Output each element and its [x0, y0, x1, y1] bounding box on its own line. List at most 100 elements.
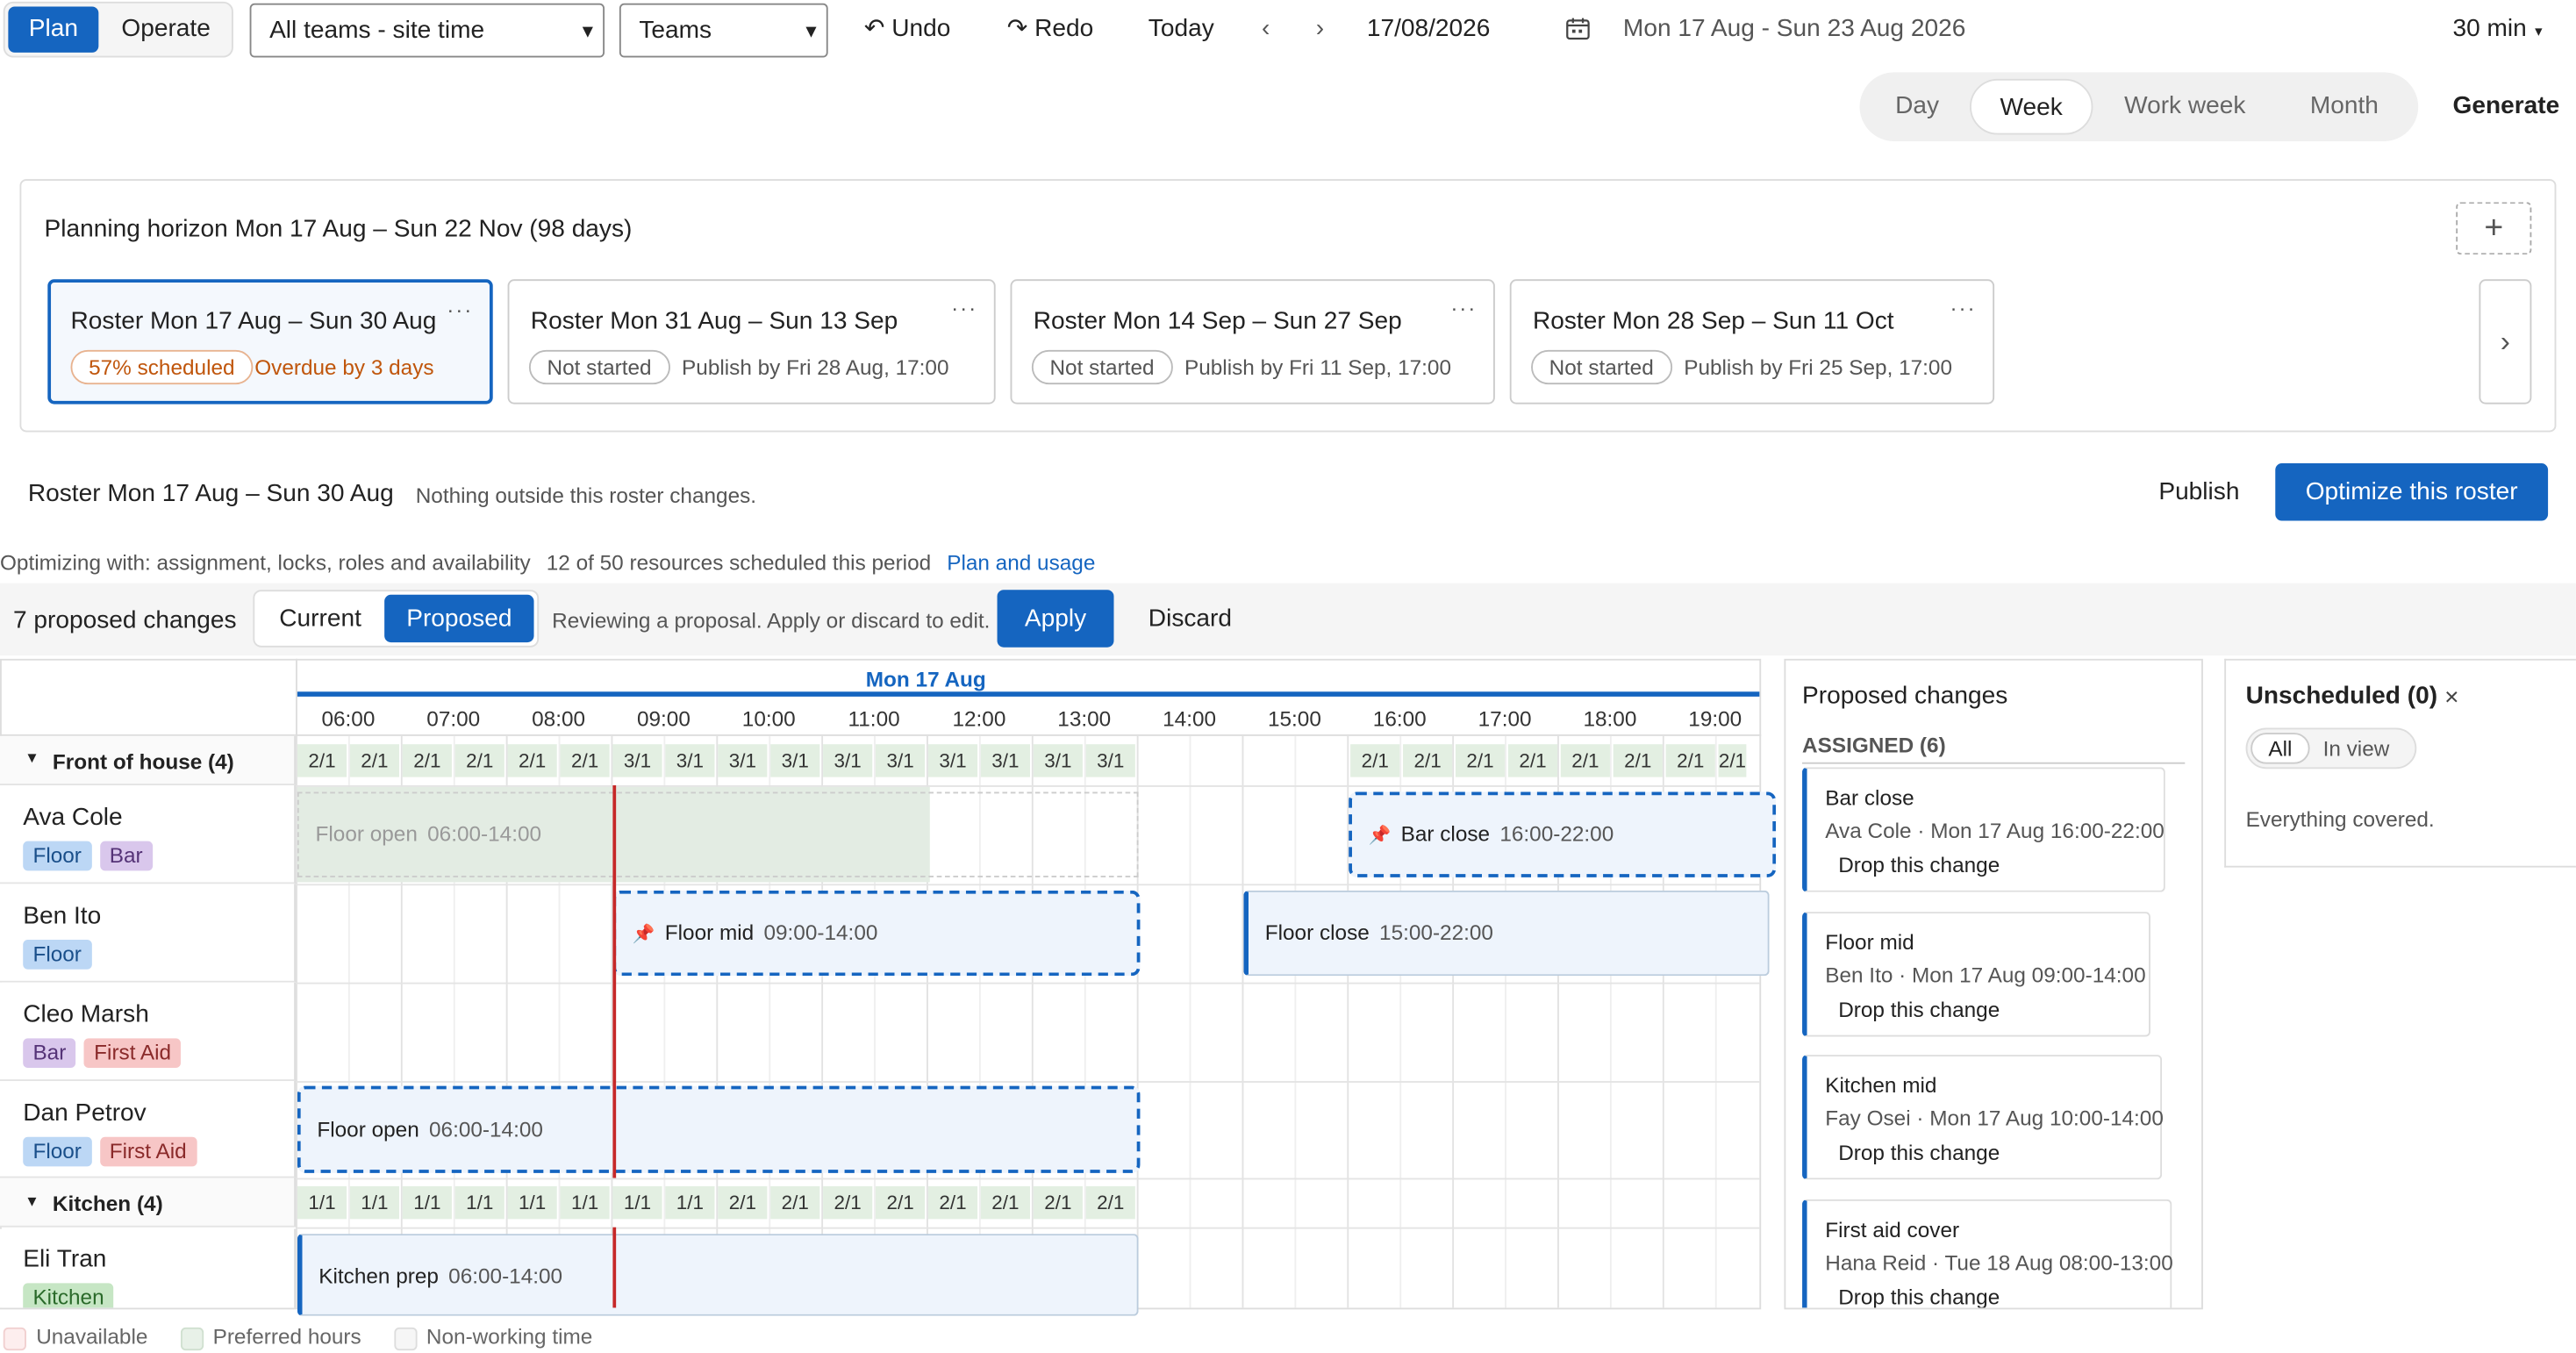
person-row-cleo-marsh[interactable]: Cleo Marsh Bar First Aid	[0, 982, 297, 1082]
change-title: Bar close	[1825, 785, 1914, 811]
more-icon[interactable]: ···	[1950, 296, 1977, 320]
change-title: First aid cover	[1825, 1217, 1960, 1242]
view-month[interactable]: Month	[2284, 79, 2406, 135]
shift-label: Floor open	[315, 821, 418, 847]
current-date[interactable]: 17/08/2026	[1367, 15, 1491, 45]
role-tag-kitchen: Kitchen	[23, 1283, 114, 1308]
caret-down-icon[interactable]: ▼	[25, 1192, 39, 1209]
legend-swatch	[180, 1327, 204, 1350]
proposal-note: Reviewing a proposal. Apply or discard t…	[552, 607, 991, 633]
more-icon[interactable]: ···	[447, 297, 473, 322]
plan-mode-button[interactable]: Plan	[8, 6, 99, 53]
unscheduled-filter: All In view	[2245, 727, 2417, 770]
drop-change-button[interactable]: Drop this change	[1838, 1285, 2000, 1307]
close-icon[interactable]: ×	[2444, 684, 2458, 712]
unscheduled-title: Unscheduled (0)	[2245, 682, 2438, 710]
shift-time: 15:00-22:00	[1379, 920, 1493, 945]
operate-mode-button[interactable]: Operate	[104, 6, 228, 52]
proposed-change-card[interactable]: First aid cover Hana Reid · Tue 18 Aug 0…	[1802, 1199, 2173, 1308]
generate-button[interactable]: Generate	[2452, 92, 2559, 120]
hour-label: 06:00	[321, 706, 376, 732]
next-rosters-button[interactable]: ›	[2479, 279, 2532, 404]
proposed-change-card[interactable]: Bar close Ava Cole · Mon 17 Aug 16:00-22…	[1802, 767, 2165, 892]
add-roster-button[interactable]: +	[2456, 202, 2532, 255]
hour-label: 07:00	[426, 706, 481, 732]
drop-change-button[interactable]: Drop this change	[1838, 1140, 2000, 1164]
hour-label: 14:00	[1163, 706, 1217, 732]
drop-change-button[interactable]: Drop this change	[1838, 853, 2000, 877]
group-select[interactable]: Teams ▾	[619, 3, 828, 58]
roster-card-2[interactable]: Roster Mon 31 Aug – Sun 13 Sep ··· Not s…	[507, 279, 996, 404]
more-icon[interactable]: ···	[951, 296, 977, 320]
shift-bar-close[interactable]: 📌 Bar close 16:00-22:00	[1349, 791, 1777, 877]
person-row-ava-cole[interactable]: Ava Cole Floor Bar	[0, 785, 297, 884]
group-header-kitchen[interactable]: ▼ Kitchen (4)	[0, 1178, 297, 1228]
roster-card-3[interactable]: Roster Mon 14 Sep – Sun 27 Sep ··· Not s…	[1010, 279, 1495, 404]
legend-preferred-hours: Preferred hours	[180, 1324, 361, 1350]
shift-kitchen-prep[interactable]: Kitchen prep 06:00-14:00	[297, 1234, 1139, 1316]
person-row-eli-tran[interactable]: Eli Tran Kitchen	[0, 1228, 297, 1308]
coverage-chip: 2/1	[875, 1185, 926, 1220]
panel-title: Proposed changes	[1802, 682, 2008, 710]
publish-button[interactable]: Publish	[2158, 478, 2239, 506]
view-day[interactable]: Day	[1873, 79, 1962, 135]
coverage-chip: 3/1	[927, 744, 978, 777]
optimize-roster-button[interactable]: Optimize this roster	[2275, 463, 2549, 521]
apply-button[interactable]: Apply	[997, 590, 1114, 648]
coverage-chip: 2/1	[454, 744, 504, 777]
next-period-button[interactable]: ›	[1316, 15, 1324, 45]
coverage-chip: 2/1	[1718, 744, 1747, 777]
shift-time: 09:00-14:00	[763, 920, 878, 945]
grid-row-line	[296, 1227, 1760, 1229]
shift-floor-close[interactable]: Floor close 15:00-22:00	[1243, 890, 1770, 977]
shift-floor-mid[interactable]: 📌 Floor mid 09:00-14:00	[612, 890, 1141, 977]
roster-card-4[interactable]: Roster Mon 28 Sep – Sun 11 Oct ··· Not s…	[1509, 279, 1995, 404]
slot-size-select[interactable]: 30 min ▾	[2452, 15, 2542, 47]
change-detail: Ben Ito · Mon 17 Aug 09:00-14:00	[1825, 963, 2146, 988]
roster-card-1[interactable]: Roster Mon 17 Aug – Sun 30 Aug ··· 57% s…	[47, 279, 493, 404]
calendar-icon[interactable]	[1565, 17, 1590, 41]
shift-time: 06:00-14:00	[448, 1263, 563, 1288]
legend-non-working: Non-working time	[393, 1324, 592, 1350]
filter-all[interactable]: All	[2250, 733, 2310, 764]
caret-down-icon[interactable]: ▼	[25, 749, 39, 766]
drop-change-button[interactable]: Drop this change	[1838, 998, 2000, 1022]
discard-button[interactable]: Discard	[1148, 605, 1232, 633]
roster-card-title: Roster Mon 31 Aug – Sun 13 Sep	[530, 307, 898, 335]
current-view-button[interactable]: Current	[258, 595, 383, 642]
prev-period-button[interactable]: ‹	[1262, 15, 1270, 45]
shift-floor-open[interactable]: Floor open 06:00-14:00	[297, 1085, 1141, 1173]
coverage-chip: 1/1	[349, 1185, 399, 1220]
redo-button[interactable]: ↷ Redo	[1007, 15, 1094, 45]
proposed-change-card[interactable]: Kitchen mid Fay Osei · Mon 17 Aug 10:00-…	[1802, 1055, 2164, 1180]
chevron-right-icon: ›	[2500, 324, 2511, 358]
proposed-change-card[interactable]: Floor mid Ben Ito · Mon 17 Aug 09:00-14:…	[1802, 912, 2150, 1037]
undo-button[interactable]: ↶ Undo	[864, 15, 951, 45]
view-week[interactable]: Week	[1970, 78, 2093, 135]
roster-card-title: Roster Mon 17 Aug – Sun 30 Aug	[70, 307, 437, 335]
proposed-view-button[interactable]: Proposed	[384, 594, 534, 643]
legend-swatch	[393, 1327, 417, 1350]
team-select[interactable]: All teams - site time ▾	[249, 3, 605, 58]
view-work-week[interactable]: Work week	[2103, 79, 2267, 135]
plan-usage-link[interactable]: Plan and usage	[947, 550, 1095, 575]
today-button[interactable]: Today	[1148, 15, 1214, 45]
grid-row-line	[296, 884, 1760, 886]
filter-in-view[interactable]: In view	[2323, 736, 2390, 761]
group-header-front-of-house[interactable]: ▼ Front of house (4)	[0, 735, 297, 786]
day-header-bar	[297, 691, 1760, 697]
person-row-ben-ito[interactable]: Ben Ito Floor	[0, 884, 297, 983]
coverage-chip: 2/1	[560, 744, 610, 777]
roster-title: Roster Mon 17 Aug – Sun 30 Aug	[27, 479, 394, 508]
chevron-left-icon: ‹	[1262, 14, 1270, 43]
more-icon[interactable]: ···	[1450, 296, 1477, 320]
grid-row-line	[296, 1081, 1760, 1083]
coverage-chip: 3/1	[612, 744, 662, 777]
legend-unavailable: Unavailable	[3, 1324, 148, 1350]
person-row-dan-petrov[interactable]: Dan Petrov Floor First Aid	[0, 1081, 297, 1178]
role-tag-bar: Bar	[99, 841, 153, 871]
slot-size-value: 30 min	[2452, 14, 2527, 43]
role-tag-bar: Bar	[23, 1038, 76, 1069]
shift-label: Floor mid	[664, 920, 755, 945]
team-select-value: All teams - site time	[269, 16, 485, 45]
